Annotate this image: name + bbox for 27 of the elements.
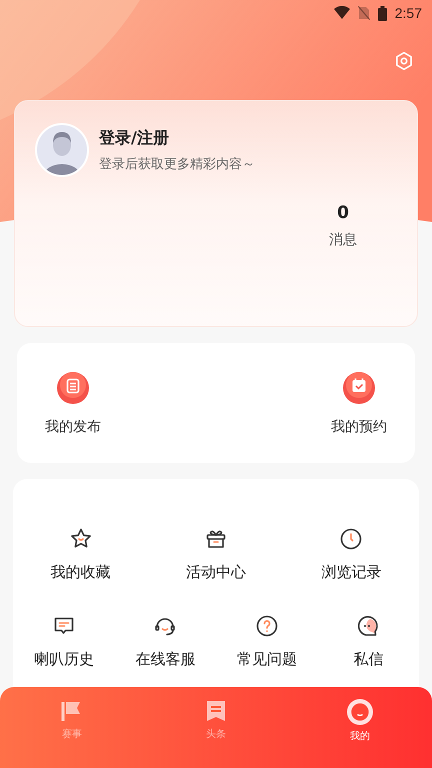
stat-label: 消息: [329, 231, 357, 249]
login-title[interactable]: 登录/注册: [99, 128, 255, 148]
service-item[interactable]: 我的收藏: [50, 527, 111, 582]
news-icon: [205, 699, 227, 723]
service-item[interactable]: 浏览记录: [321, 527, 382, 582]
quick-action[interactable]: 我的预约: [331, 370, 387, 436]
status-time: 2:57: [394, 5, 422, 21]
login-hint: 登录后获取更多精彩内容～: [99, 156, 255, 172]
service-item[interactable]: 在线客服: [135, 614, 196, 669]
stat-value: 0: [337, 203, 349, 223]
wifi-icon: [334, 6, 350, 20]
clock-icon: [339, 527, 364, 551]
message-icon: [356, 614, 380, 638]
document-icon: [55, 370, 91, 406]
no-sim-icon: [358, 6, 370, 20]
question-icon: [254, 614, 279, 638]
service-item[interactable]: 活动中心: [186, 527, 246, 582]
profile-icon: [345, 699, 375, 725]
quick-action[interactable]: 我的发布: [45, 370, 101, 436]
calendar-icon: [341, 370, 377, 406]
settings-icon[interactable]: [394, 51, 414, 71]
flag-icon: [61, 699, 83, 723]
service-item[interactable]: 常见问题: [236, 614, 297, 669]
tab[interactable]: 我的: [288, 699, 432, 743]
avatar-icon[interactable]: [35, 123, 89, 177]
service-item[interactable]: 私信: [353, 614, 384, 669]
service-item[interactable]: 喇叭历史: [34, 614, 94, 669]
